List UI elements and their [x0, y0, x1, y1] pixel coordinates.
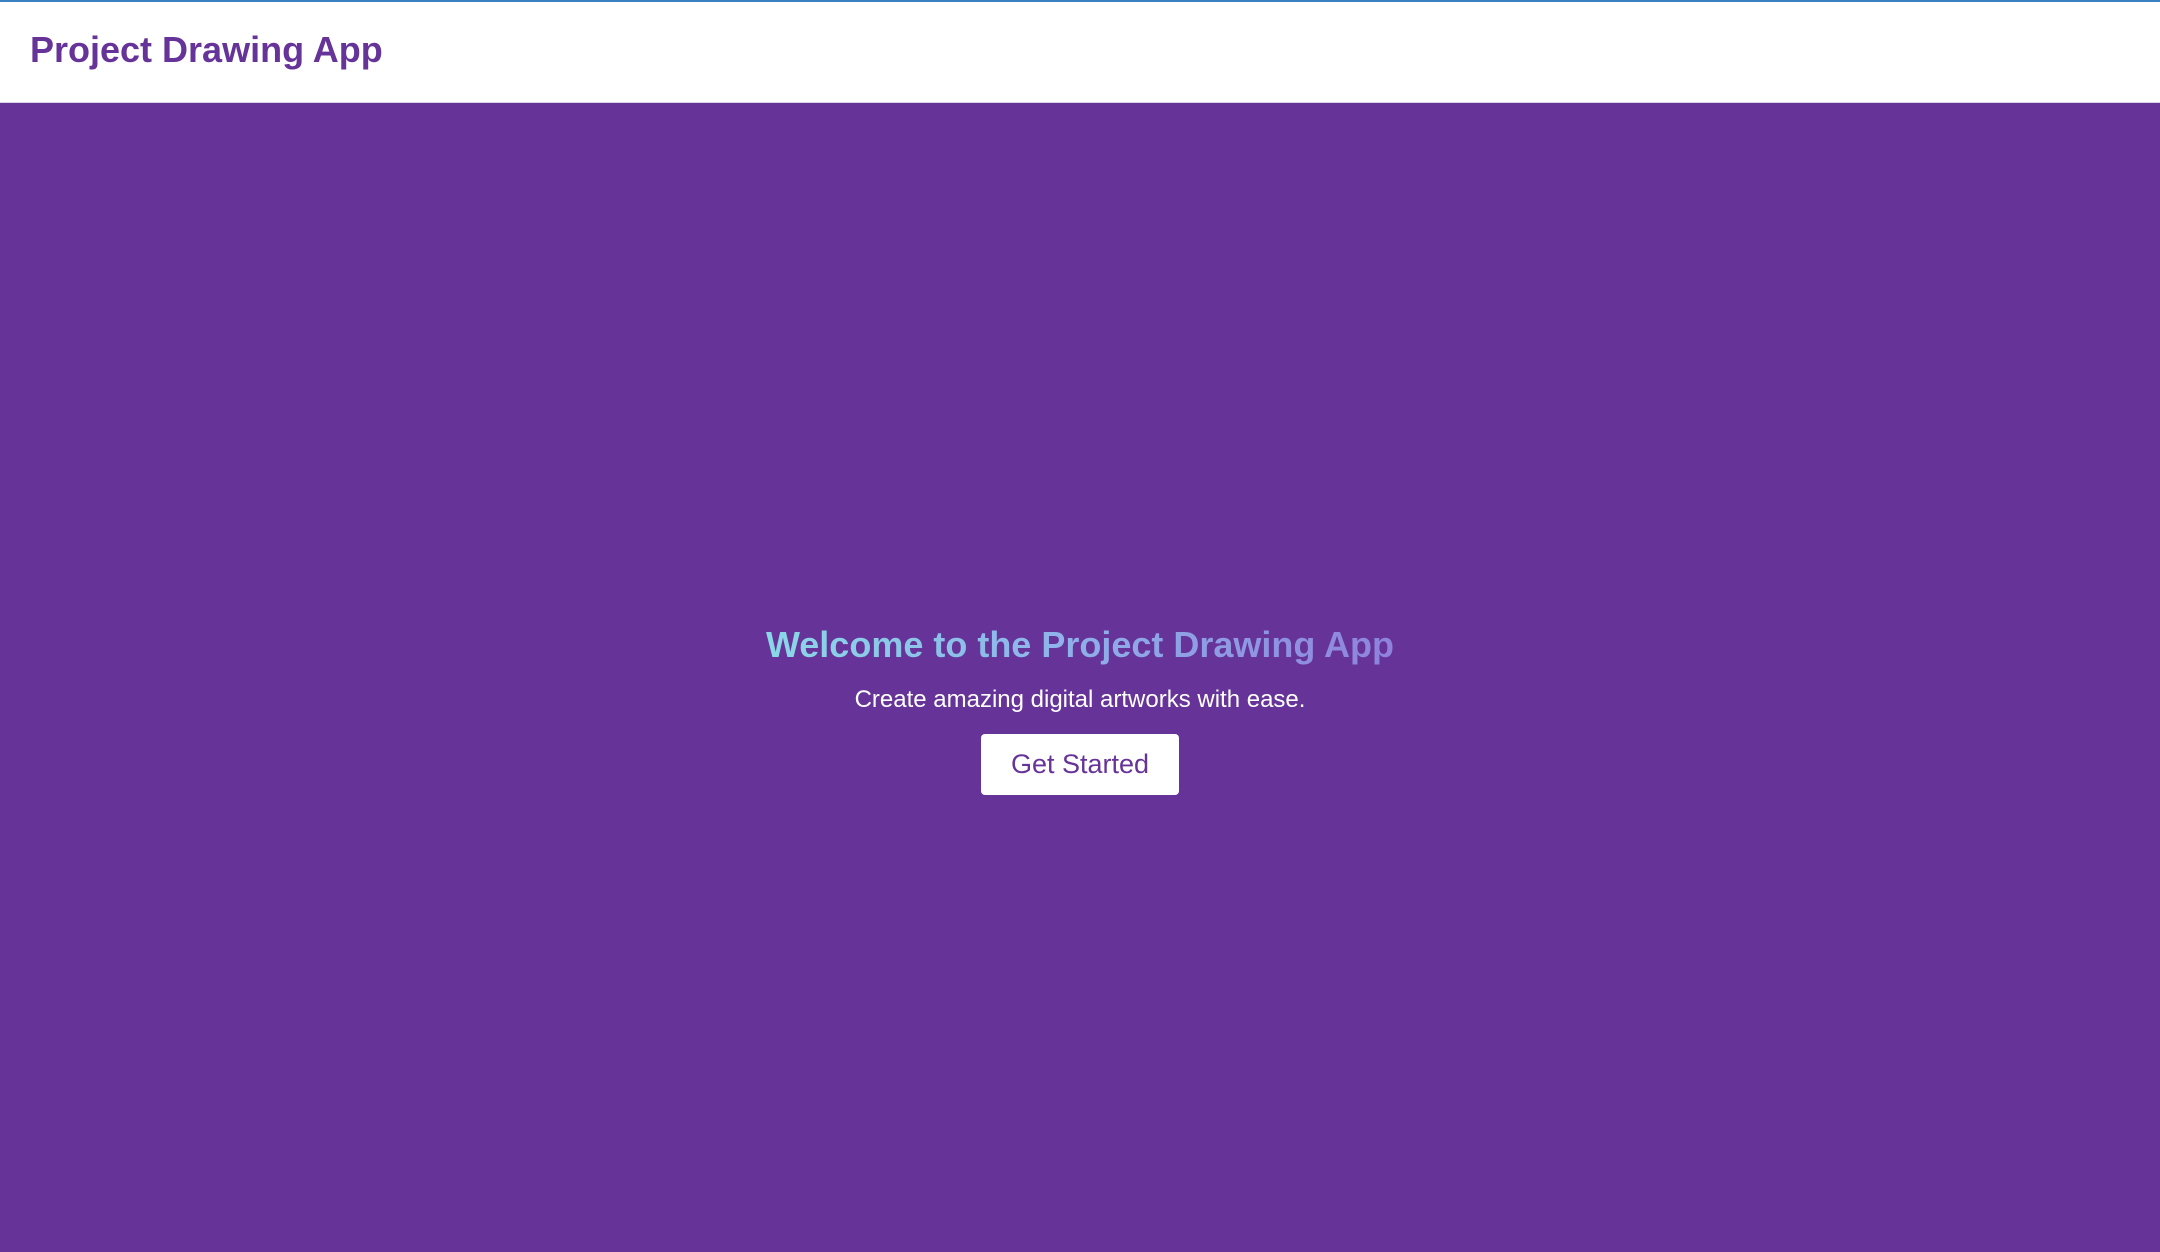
hero-subtitle: Create amazing digital artworks with eas…	[854, 686, 1306, 713]
app-root: Project Drawing App Welcome to the Proje…	[0, 0, 2160, 1252]
hero-section: Welcome to the Project Drawing App Creat…	[0, 103, 2160, 1252]
hero-heading: Welcome to the Project Drawing App	[766, 618, 1394, 672]
app-header: Project Drawing App	[0, 2, 2160, 103]
hero-content: Welcome to the Project Drawing App Creat…	[0, 618, 2160, 795]
app-title[interactable]: Project Drawing App	[30, 28, 383, 72]
get-started-button[interactable]: Get Started	[981, 734, 1179, 795]
